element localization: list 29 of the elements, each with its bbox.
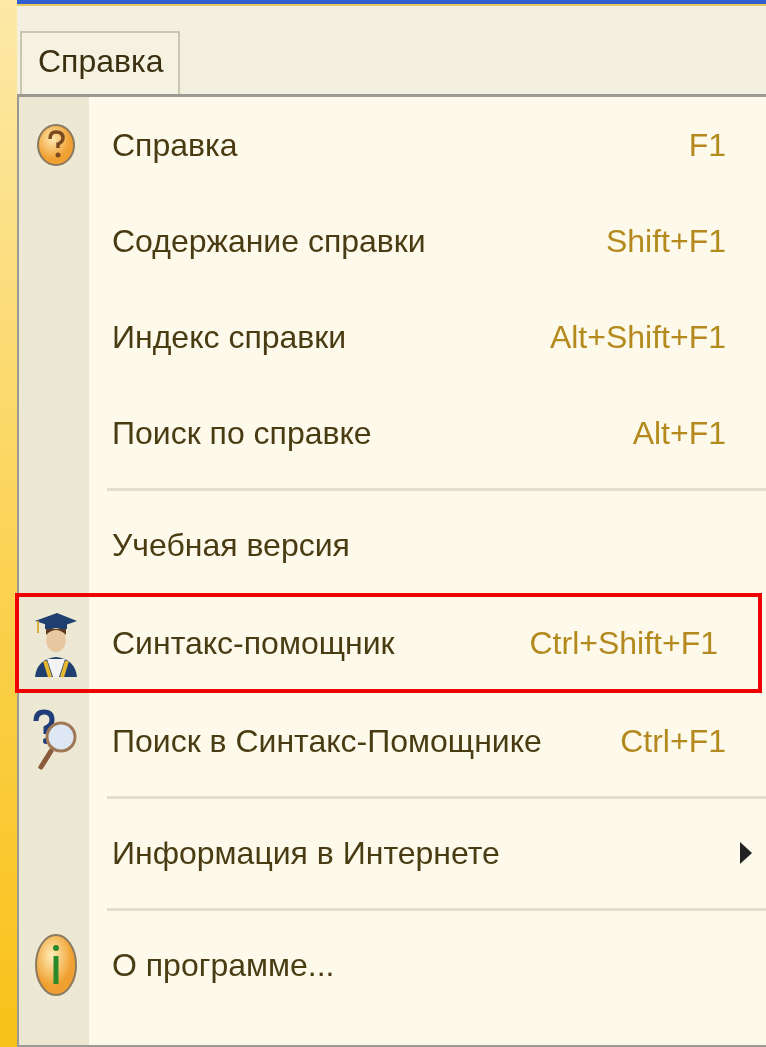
info-icon: [33, 932, 78, 998]
shortcut-label: Ctrl+F1: [620, 722, 726, 760]
shortcut-label: Alt+Shift+F1: [549, 318, 726, 356]
shortcut-label: Ctrl+Shift+F1: [529, 624, 718, 662]
shortcut-label: Shift+F1: [605, 222, 726, 260]
menu-item[interactable]: Справка F1: [19, 97, 766, 193]
shortcut-label: F1: [688, 126, 726, 164]
question-magnifier-icon: [32, 709, 79, 773]
menu-item[interactable]: Поиск в Синтакс-Помощнике Ctrl+F1: [19, 693, 766, 789]
shortcut-label: Alt+F1: [632, 414, 726, 452]
menu-tab[interactable]: Справка: [20, 31, 180, 94]
menu-item[interactable]: Учебная версия: [19, 497, 766, 593]
menu-item[interactable]: Поиск по справке Alt+F1: [19, 385, 766, 481]
item-label: Учебная версия: [111, 526, 351, 564]
menu-item[interactable]: О программе...: [19, 917, 766, 1013]
item-label: Справка: [111, 126, 239, 164]
menu-item[interactable]: Содержание справки Shift+F1: [19, 193, 766, 289]
item-label: Содержание справки: [111, 222, 427, 260]
item-label: О программе...: [111, 946, 336, 984]
item-label: Синтакс-помощник: [111, 624, 396, 662]
item-label: Поиск в Синтакс-Помощнике: [111, 722, 543, 760]
item-label: Индекс справки: [111, 318, 348, 356]
menu-item[interactable]: Информация в Интернете: [19, 805, 766, 901]
menu-item[interactable]: Синтакс-помощник Ctrl+Shift+F1: [19, 597, 758, 689]
help-icon: [35, 123, 76, 167]
item-label: Поиск по справке: [111, 414, 373, 452]
submenu-arrow-icon: [740, 842, 752, 864]
menu-item[interactable]: Индекс справки Alt+Shift+F1: [19, 289, 766, 385]
item-label: Информация в Интернете: [111, 834, 501, 872]
